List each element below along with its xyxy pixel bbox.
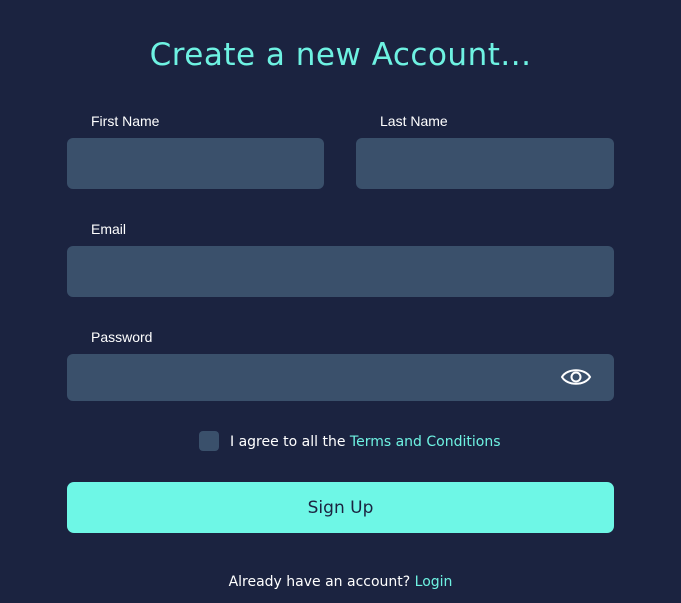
- email-field-container: [67, 246, 614, 297]
- first-name-label: First Name: [91, 113, 160, 129]
- agree-text: I agree to all the Terms and Conditions: [230, 433, 501, 451]
- login-prompt-text: Already have an account?: [228, 574, 415, 590]
- last-name-input[interactable]: [356, 138, 614, 189]
- password-label: Password: [91, 329, 153, 345]
- password-input[interactable]: [67, 354, 614, 401]
- login-prompt: Already have an account? Login: [0, 573, 681, 591]
- email-label: Email: [91, 221, 127, 237]
- eye-icon[interactable]: [560, 364, 592, 390]
- page-title: Create a new Account...: [149, 37, 532, 73]
- agree-label: I agree to all the: [230, 434, 350, 450]
- login-link[interactable]: Login: [415, 574, 453, 590]
- first-name-input[interactable]: [67, 138, 324, 189]
- terms-link[interactable]: Terms and Conditions: [350, 434, 501, 450]
- first-name-field-container: [67, 138, 324, 189]
- last-name-field-container: [356, 138, 614, 189]
- last-name-label: Last Name: [380, 113, 448, 129]
- sign-up-button[interactable]: Sign Up: [67, 482, 614, 533]
- email-input[interactable]: [67, 246, 614, 297]
- password-field-container: [67, 354, 614, 401]
- agree-checkbox[interactable]: [199, 431, 219, 451]
